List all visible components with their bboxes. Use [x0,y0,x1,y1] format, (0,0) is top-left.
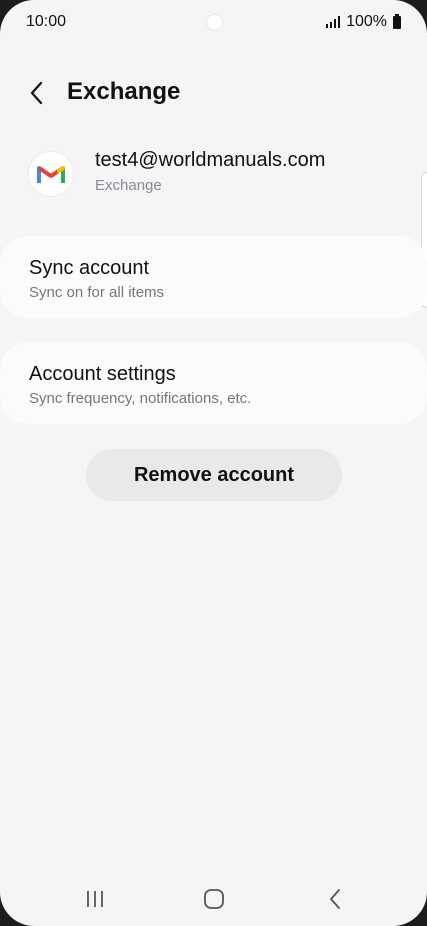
navigation-bar [0,868,427,926]
phone-screen: 10:00 100% Exchange test4@worldmanuals.c… [0,0,427,926]
recents-button[interactable] [75,882,115,916]
recents-icon [87,891,103,907]
sync-account-title: Sync account [29,257,150,279]
sync-account-subtitle: Sync on for all items [29,284,165,301]
account-email: test4@worldmanuals.com [95,149,326,171]
signal-icon [326,16,341,28]
home-icon [204,889,224,909]
remove-account-button[interactable]: Remove account [86,449,342,501]
battery-percentage: 100% [346,13,387,30]
back-button[interactable] [20,76,54,110]
account-type: Exchange [95,177,162,194]
app-header: Exchange [0,70,427,114]
nav-back-button[interactable] [315,882,355,916]
page-title: Exchange [67,78,181,105]
battery-icon [393,13,401,29]
sync-account-item[interactable]: Sync account Sync on for all items [0,236,427,318]
back-icon [330,889,340,909]
chevron-left-icon [30,81,43,105]
status-time: 10:00 [26,13,67,30]
account-settings-item[interactable]: Account settings Sync frequency, notific… [0,342,427,424]
account-settings-subtitle: Sync frequency, notifications, etc. [29,390,252,407]
account-summary: test4@worldmanuals.com Exchange [0,148,427,218]
front-camera [206,14,223,31]
status-icons: 100% [326,13,401,31]
gmail-icon [29,152,73,196]
home-button[interactable] [194,882,234,916]
account-settings-title: Account settings [29,363,176,385]
status-bar: 10:00 100% [0,0,427,44]
